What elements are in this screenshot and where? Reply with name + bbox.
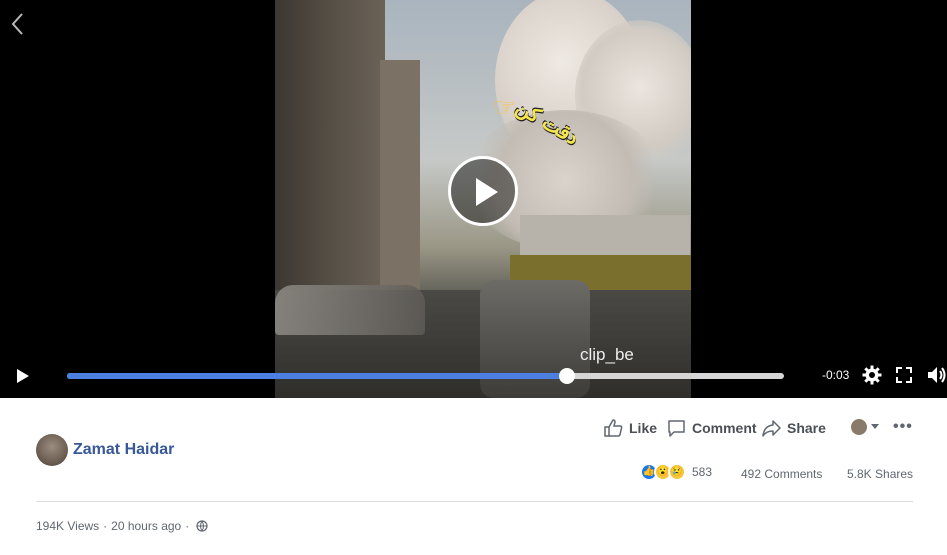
like-label: Like	[629, 420, 658, 436]
author-name-link[interactable]: Zamat Haidar	[73, 441, 174, 459]
comment-button[interactable]: Comment	[667, 418, 757, 438]
more-icon[interactable]: •••	[893, 418, 913, 436]
reactions-summary[interactable]: 👍 😮 😢 583	[640, 463, 712, 481]
time-ago-link[interactable]: 20 hours ago	[111, 519, 181, 533]
avatar[interactable]	[36, 434, 68, 466]
comments-count-link[interactable]: 492 Comments	[741, 467, 822, 481]
comment-label: Comment	[692, 420, 757, 436]
video-player[interactable]: ☞ دقت کن clip_be -0:03	[0, 0, 947, 398]
share-button[interactable]: Share	[762, 418, 826, 438]
globe-icon[interactable]	[196, 520, 208, 532]
gear-icon[interactable]	[862, 365, 882, 385]
like-button[interactable]: Like	[604, 418, 657, 438]
play-icon[interactable]	[16, 368, 30, 384]
progress-knob[interactable]	[558, 368, 575, 384]
view-count: 194K Views	[36, 519, 100, 533]
video-watermark: clip_be	[580, 345, 634, 364]
time-remaining: -0:03	[822, 368, 850, 382]
share-label: Share	[787, 420, 826, 436]
meta-separator: ·	[103, 519, 108, 533]
back-chevron-icon[interactable]	[10, 12, 30, 36]
progress-fill	[67, 373, 567, 379]
fullscreen-icon[interactable]	[896, 367, 912, 383]
progress-bar[interactable]	[67, 368, 784, 384]
sad-reaction-icon: 😢	[668, 463, 686, 481]
comment-icon	[668, 420, 685, 437]
reaction-count: 583	[692, 465, 713, 479]
volume-icon[interactable]	[927, 366, 947, 384]
divider	[36, 501, 913, 502]
big-play-button[interactable]	[448, 156, 518, 226]
post-meta: 194K Views · 20 hours ago ·	[36, 519, 208, 533]
post-as-avatar[interactable]	[851, 419, 867, 435]
meta-separator: ·	[185, 519, 190, 533]
shares-count-link[interactable]: 5.8K Shares	[847, 467, 913, 481]
share-icon	[762, 420, 781, 437]
like-icon	[604, 419, 623, 437]
pointing-hand-emoji: ☞	[493, 92, 517, 122]
chevron-down-icon[interactable]	[871, 424, 879, 429]
